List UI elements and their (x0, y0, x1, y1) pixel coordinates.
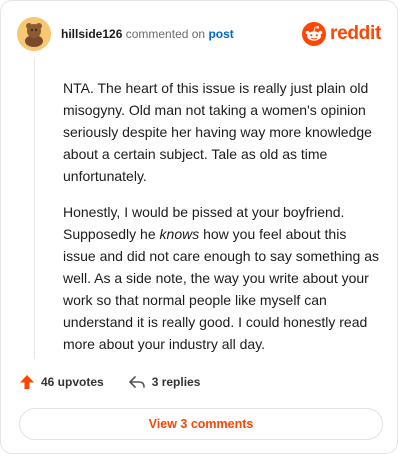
thread-line (34, 59, 35, 359)
reddit-logo-icon (302, 22, 327, 46)
reddit-wordmark: reddit (330, 23, 381, 44)
upvote-button[interactable]: 46 upvotes (19, 374, 104, 390)
comment-paragraph-2: Honestly, I would be pissed at your boyf… (63, 201, 381, 355)
comment-meta: hillside126 commented on post (61, 26, 234, 42)
comment-paragraph-2-end: how you feel about this issue and did no… (63, 226, 379, 352)
post-link[interactable]: post (208, 27, 233, 41)
avatar-image (17, 17, 51, 51)
username[interactable]: hillside126 (61, 27, 122, 41)
comment-actions: 46 upvotes 3 replies (19, 374, 224, 390)
comment-header: hillside126 commented on post reddit (17, 17, 381, 51)
comment-card: hillside126 commented on post reddit NTA… (0, 0, 398, 454)
avatar[interactable] (17, 17, 51, 51)
comment-paragraph-1: NTA. The heart of this issue is really j… (63, 80, 372, 184)
view-comments-button[interactable]: View 3 comments (19, 408, 383, 440)
reply-arrow-icon (128, 376, 145, 388)
replies-button[interactable]: 3 replies (128, 374, 201, 390)
comment-body: NTA. The heart of this issue is really j… (63, 77, 381, 369)
upvote-arrow-icon (20, 375, 34, 389)
comment-emphasis: knows (159, 226, 200, 242)
reddit-brand[interactable]: reddit (302, 22, 381, 46)
reply-count: 3 replies (151, 375, 201, 389)
upvote-count: 46 upvotes (41, 375, 104, 389)
commented-on-text: commented on (125, 27, 206, 41)
